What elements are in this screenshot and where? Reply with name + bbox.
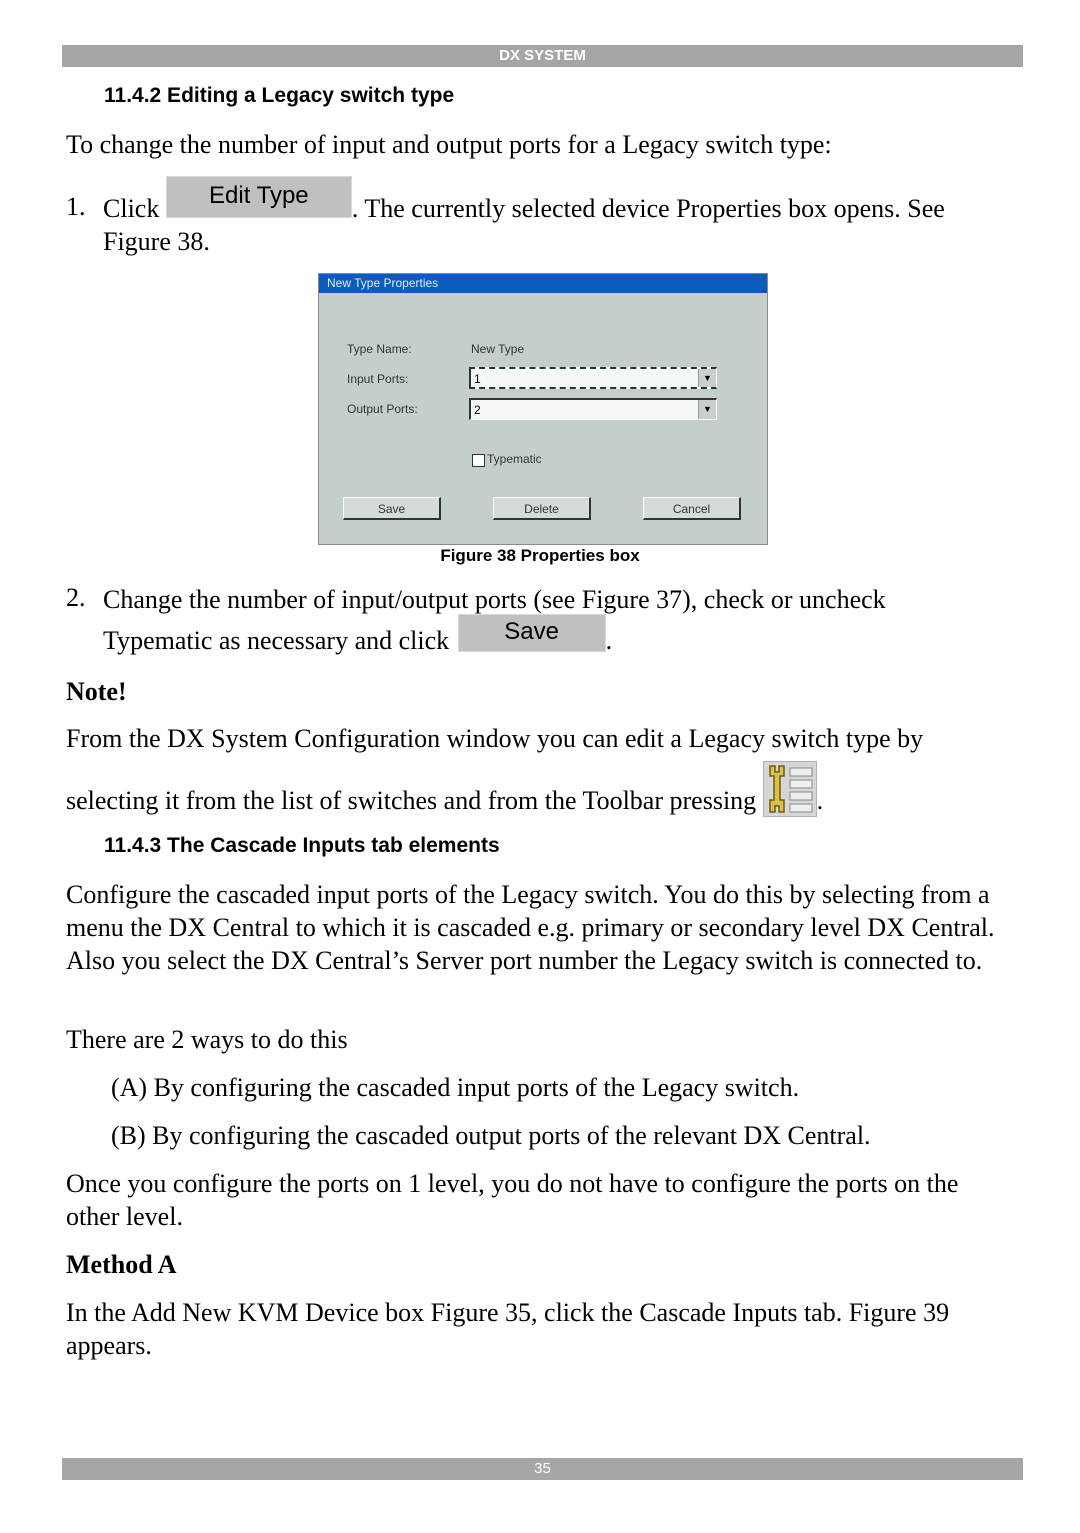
cascade-paragraph-1: Configure the cascaded input ports of th…: [66, 880, 995, 975]
edit-type-button[interactable]: Edit Type: [165, 176, 352, 218]
dialog-title-bar: New Type Properties: [319, 274, 767, 293]
step-2-number: 2.: [66, 583, 86, 612]
method-a-heading: Method A: [66, 1250, 177, 1279]
input-ports-value: 1: [474, 372, 481, 386]
output-ports-value: 2: [474, 403, 481, 417]
typematic-checkbox[interactable]: [472, 454, 485, 467]
output-ports-select[interactable]: 2 ▼: [469, 398, 717, 420]
typematic-label: Typematic: [487, 452, 542, 466]
dialog-save-button[interactable]: Save: [343, 497, 441, 520]
input-ports-select[interactable]: 1 ▼: [469, 367, 717, 389]
edit-switch-type-toolbar-icon[interactable]: [762, 761, 817, 817]
chevron-down-icon[interactable]: ▼: [698, 369, 716, 387]
option-a: (A) By configuring the cascaded input po…: [111, 1073, 800, 1102]
wrench-list-icon: [763, 762, 816, 816]
properties-dialog: New Type Properties Type Name: New Type …: [318, 273, 768, 545]
note-heading: Note!: [66, 677, 127, 706]
step-2-suffix: .: [605, 626, 613, 655]
option-b: (B) By configuring the cascaded output p…: [111, 1121, 871, 1150]
figure-caption: Figure 38 Properties box: [440, 546, 640, 565]
step-1-continuation: Figure 38.: [103, 227, 210, 256]
save-button[interactable]: Save: [457, 614, 606, 652]
page-number: 35: [534, 1460, 551, 1477]
input-ports-label: Input Ports:: [347, 372, 409, 386]
section-heading-editing-legacy: 11.4.2 Editing a Legacy switch type: [104, 84, 455, 107]
type-name-label: Type Name:: [347, 342, 412, 356]
step-1-suffix: . The currently selected device Properti…: [351, 194, 945, 223]
page-footer-bar: 35: [62, 1458, 1023, 1480]
dialog-delete-button[interactable]: Delete: [493, 497, 591, 520]
page-header-bar: DX SYSTEM: [62, 45, 1023, 67]
note-line-2: selecting it from the list of switches a…: [66, 752, 1026, 817]
chevron-down-icon[interactable]: ▼: [698, 400, 716, 419]
section-heading-cascade-inputs: 11.4.3 The Cascade Inputs tab elements: [104, 834, 500, 857]
step-1-text: Click Edit Type. The currently selected …: [103, 176, 1023, 225]
step-2-prefix: Typematic as necessary and click: [103, 626, 450, 655]
step-2-line2: Typematic as necessary and click Save.: [103, 614, 1023, 657]
cascade-paragraph-4: In the Add New KVM Device box Figure 35,…: [66, 1298, 950, 1360]
note-line-2-suffix: .: [816, 786, 824, 815]
step-1-prefix: Click: [103, 194, 160, 223]
header-title: DX SYSTEM: [499, 47, 586, 64]
note-line-1: From the DX System Configuration window …: [66, 724, 924, 753]
step-1-number: 1.: [66, 192, 86, 221]
type-name-value: New Type: [471, 342, 525, 356]
output-ports-label: Output Ports:: [347, 402, 418, 416]
step-2-line1: Change the number of input/output ports …: [103, 585, 886, 614]
note-line-2-prefix: selecting it from the list of switches a…: [66, 786, 757, 815]
intro-paragraph: To change the number of input and output…: [66, 130, 832, 159]
cascade-paragraph-3: Once you configure the ports on 1 level,…: [66, 1169, 959, 1231]
dialog-cancel-button[interactable]: Cancel: [643, 497, 741, 520]
cascade-paragraph-2: There are 2 ways to do this: [66, 1025, 348, 1054]
